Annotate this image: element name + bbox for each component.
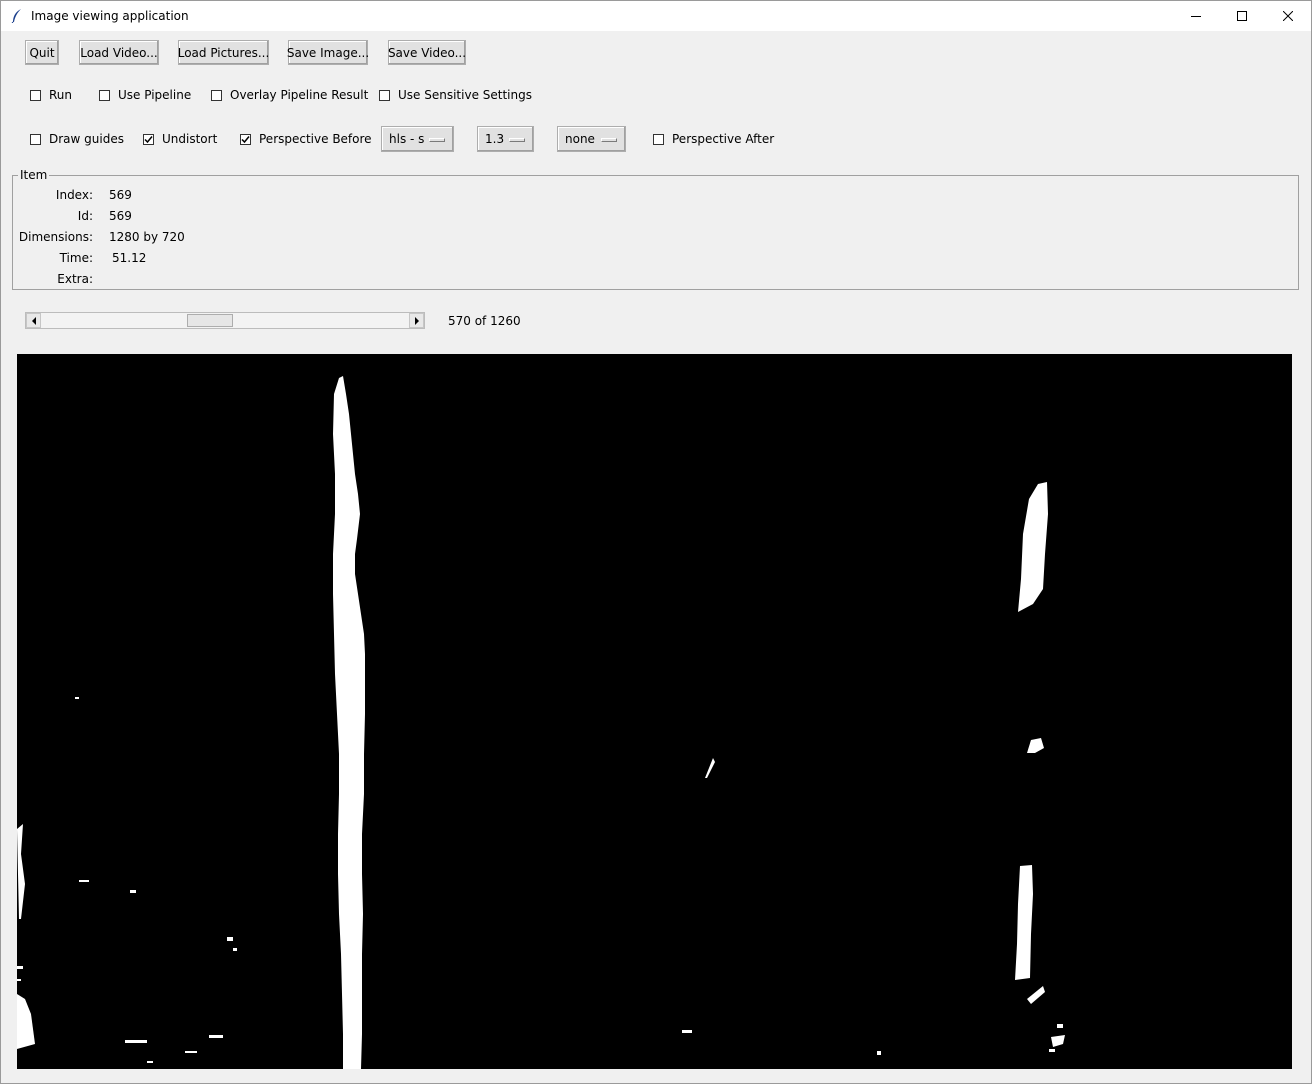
perspective-before-label: Perspective Before xyxy=(259,132,372,146)
noise-speck xyxy=(1027,986,1045,1004)
checkmark-icon xyxy=(144,135,153,143)
use-sensitive-settings-checkbox[interactable]: Use Sensitive Settings xyxy=(379,87,532,103)
noise-speck xyxy=(147,1061,153,1063)
channel-select-value: hls - s xyxy=(389,132,425,146)
extra-label: Extra: xyxy=(57,272,93,286)
load-video-button[interactable]: Load Video... xyxy=(79,40,159,65)
maximize-icon xyxy=(1237,11,1247,21)
save-image-button[interactable]: Save Image... xyxy=(287,40,369,65)
frame-counter: 570 of 1260 xyxy=(448,314,521,328)
quit-button[interactable]: Quit xyxy=(25,40,59,65)
application-window: Image viewing application Quit Load Vide… xyxy=(0,0,1312,1084)
undistort-checkbox[interactable]: Undistort xyxy=(143,131,217,147)
edge-noise xyxy=(17,994,35,1049)
channel-select[interactable]: hls - s xyxy=(381,126,454,152)
run-checkbox[interactable]: Run xyxy=(30,87,72,103)
noise-speck xyxy=(130,890,136,893)
noise-speck xyxy=(227,937,233,941)
scroll-left-button[interactable] xyxy=(26,313,41,328)
right-lane-segment xyxy=(1018,482,1048,612)
perspective-after-checkbox[interactable]: Perspective After xyxy=(653,131,774,147)
checkmark-icon xyxy=(241,135,250,143)
checkbox-box[interactable] xyxy=(240,133,251,145)
option-menu-indicator-icon xyxy=(601,138,617,142)
scroll-right-button[interactable] xyxy=(409,313,424,328)
time-label: Time: xyxy=(59,251,93,265)
maximize-button[interactable] xyxy=(1219,1,1265,31)
checkbox-box[interactable] xyxy=(211,89,222,101)
arrow-right-icon xyxy=(414,316,419,325)
checkbox-box[interactable] xyxy=(30,133,41,145)
id-label: Id: xyxy=(77,209,93,223)
noise-speck xyxy=(209,1035,223,1038)
noise-speck xyxy=(682,1030,692,1033)
overlay-pipeline-result-checkbox[interactable]: Overlay Pipeline Result xyxy=(211,87,368,103)
option-menu-indicator-icon xyxy=(429,138,445,142)
noise-speck xyxy=(877,1051,881,1055)
scroll-thumb[interactable] xyxy=(186,314,233,327)
checkbox-box[interactable] xyxy=(653,133,664,145)
save-video-button[interactable]: Save Video... xyxy=(388,40,466,65)
mode-select-value: none xyxy=(565,132,595,146)
noise-speck xyxy=(125,1040,147,1043)
draw-guides-label: Draw guides xyxy=(49,132,124,146)
index-value: 569 xyxy=(109,188,132,202)
noise-speck xyxy=(1049,1049,1055,1052)
item-group-label: Item xyxy=(18,168,50,182)
right-lane-segment xyxy=(1027,738,1044,753)
binary-lane-image xyxy=(17,376,1065,1069)
noise-speck xyxy=(17,979,21,981)
undistort-label: Undistort xyxy=(162,132,218,146)
close-button[interactable] xyxy=(1265,1,1311,31)
dimensions-value: 1280 by 720 xyxy=(109,230,185,244)
noise-speck xyxy=(705,758,715,778)
noise-speck xyxy=(185,1051,197,1053)
noise-speck xyxy=(1057,1024,1063,1028)
perspective-after-label: Perspective After xyxy=(672,132,775,146)
perspective-before-checkbox[interactable]: Perspective Before xyxy=(240,131,372,147)
time-value: 51.12 xyxy=(112,251,147,265)
feather-icon xyxy=(11,9,21,23)
close-icon xyxy=(1283,11,1293,21)
value-select-value: 1.3 xyxy=(485,132,505,146)
left-lane-line xyxy=(333,376,365,1069)
dimensions-label: Dimensions: xyxy=(18,230,93,244)
checkbox-box[interactable] xyxy=(30,89,41,101)
minimize-button[interactable] xyxy=(1173,1,1219,31)
window-title: Image viewing application xyxy=(31,9,189,23)
minimize-icon xyxy=(1191,16,1201,17)
run-label: Run xyxy=(49,88,73,102)
noise-speck xyxy=(1051,1035,1065,1047)
edge-noise xyxy=(17,824,25,919)
option-menu-indicator-icon xyxy=(509,138,525,142)
item-group xyxy=(12,175,1299,290)
use-pipeline-checkbox[interactable]: Use Pipeline xyxy=(99,87,191,103)
load-pictures-button[interactable]: Load Pictures... xyxy=(178,40,269,65)
arrow-left-icon xyxy=(31,316,36,325)
checkbox-box[interactable] xyxy=(99,89,110,101)
checkbox-box[interactable] xyxy=(143,133,154,145)
noise-speck xyxy=(79,880,89,882)
value-select[interactable]: 1.3 xyxy=(477,126,534,152)
noise-speck xyxy=(233,948,237,951)
id-value: 569 xyxy=(109,209,132,223)
draw-guides-checkbox[interactable]: Draw guides xyxy=(30,131,124,147)
frame-scrollbar[interactable] xyxy=(25,312,425,329)
checkbox-box[interactable] xyxy=(379,89,390,101)
image-display xyxy=(17,354,1292,1069)
use-sensitive-settings-label: Use Sensitive Settings xyxy=(398,88,532,102)
use-pipeline-label: Use Pipeline xyxy=(118,88,192,102)
noise-speck xyxy=(17,966,23,969)
right-lane-segment xyxy=(1015,865,1033,980)
mode-select[interactable]: none xyxy=(557,126,626,152)
title-bar: Image viewing application xyxy=(1,1,1311,31)
index-label: Index: xyxy=(55,188,93,202)
noise-speck xyxy=(75,697,79,699)
overlay-pipeline-result-label: Overlay Pipeline Result xyxy=(230,88,369,102)
